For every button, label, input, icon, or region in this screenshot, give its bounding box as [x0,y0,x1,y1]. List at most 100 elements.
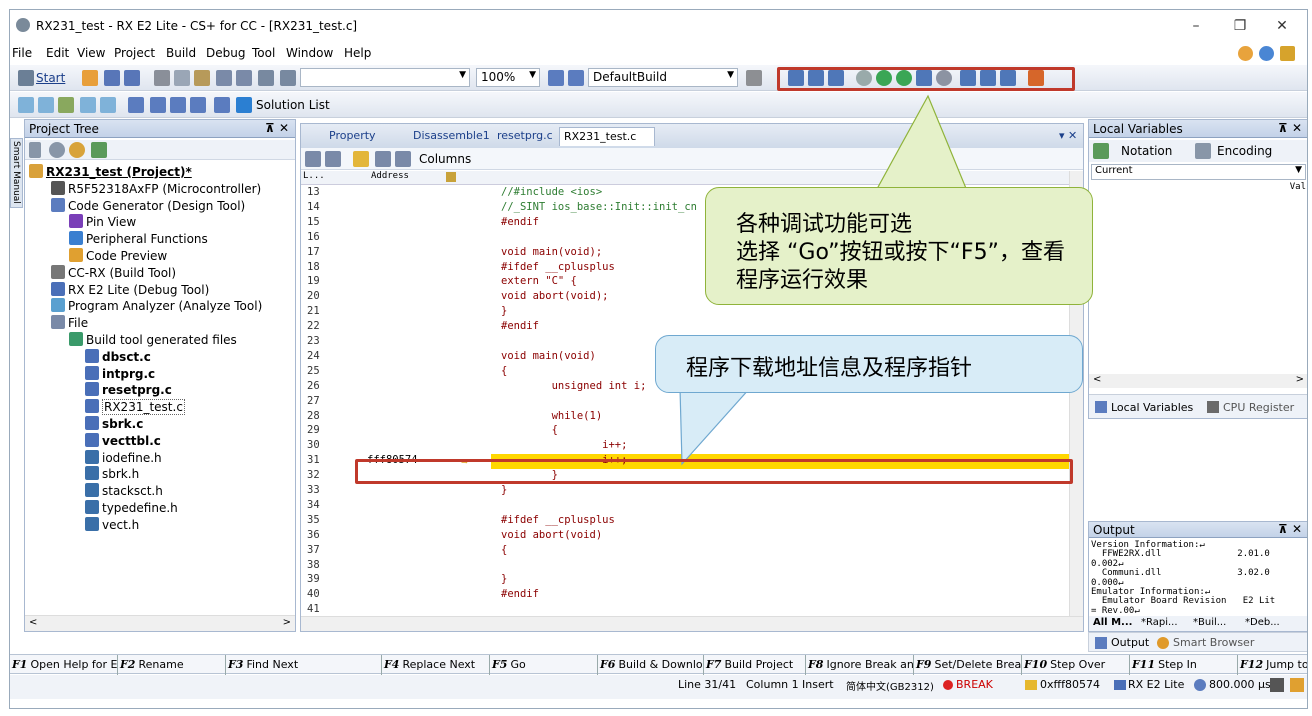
copy-icon[interactable] [174,70,190,86]
tree-item[interactable]: vect.h [85,516,139,533]
tree-item[interactable]: RX E2 Lite (Debug Tool) [51,281,209,298]
refresh-icon[interactable] [91,142,107,158]
output-tab-rapid[interactable]: *Rapi... [1141,617,1178,628]
menu-view[interactable]: View [77,46,105,60]
build-config-edit-icon[interactable] [568,70,584,86]
scope-dropdown[interactable]: Current ▼ [1091,164,1306,180]
close-icon[interactable]: ⊼ ✕ [265,121,289,135]
scroll-left-icon[interactable]: < [29,617,37,628]
bookmark-icon[interactable] [305,151,321,167]
search-dropdown[interactable]: ▼ [300,68,470,87]
close-tab-icon[interactable]: ▾ ✕ [1059,129,1077,142]
start-button[interactable]: Start [36,71,65,85]
close-icon[interactable]: ⊼ ✕ [1278,522,1302,536]
cut-icon[interactable] [154,70,170,86]
editor-hscrollbar[interactable] [301,616,1083,631]
tree-item[interactable]: dbsct.c [85,348,151,365]
encoding-menu[interactable]: Encoding [1217,144,1272,158]
smart-manual-tab[interactable]: Smart Manual [10,138,23,208]
event-icon[interactable] [100,97,116,113]
tree-item[interactable]: Peripheral Functions [69,231,208,247]
nav-back-icon[interactable] [395,151,411,167]
code-line[interactable]: 36 void abort(void) [301,529,1069,544]
tree-item[interactable]: resetprg.c [85,382,172,398]
fkey-f2[interactable]: F2 Rename [118,655,226,675]
notation-menu[interactable]: Notation [1121,144,1172,158]
memory-icon[interactable] [128,97,144,113]
fkey-f9[interactable]: F9 Set/Delete Break [914,655,1022,675]
user-icon[interactable] [69,142,85,158]
menu-window[interactable]: Window [286,46,333,60]
tree-item[interactable]: sbrk.c [85,416,143,432]
tree-item[interactable]: Code Preview [69,248,167,264]
tree-item[interactable]: intprg.c [85,365,155,382]
solution-list-button[interactable]: Solution List [256,98,330,112]
io-icon[interactable] [170,97,186,113]
lock-icon[interactable] [1280,46,1295,61]
hex-icon[interactable] [1195,143,1211,159]
fkey-f11[interactable]: F11 Step In [1130,655,1238,675]
menu-tool[interactable]: Tool [252,46,275,60]
tree-item[interactable]: R5F52318AxFP (Microcontroller) [51,180,261,197]
code-line[interactable]: 38 [301,559,1069,574]
fkey-f6[interactable]: F6Build & Downloa.. [598,655,704,675]
tree-item[interactable]: RX231_test.c [85,399,185,416]
fkey-f7[interactable]: F7 Build Project [704,655,806,675]
code-line[interactable]: 37 { [301,544,1069,559]
menu-edit[interactable]: Edit [46,46,69,60]
code-line[interactable]: 35 #ifdef __cplusplus [301,514,1069,529]
menu-help[interactable]: Help [344,46,371,60]
project-tree-hscrollbar[interactable]: < > [25,615,295,631]
nav-forward-icon[interactable] [375,151,391,167]
watch-icon[interactable] [58,97,74,113]
tab-smart-browser[interactable]: Smart Browser [1173,636,1254,649]
close-button[interactable]: ✕ [1264,14,1300,38]
register-icon[interactable] [150,97,166,113]
bookmark2-icon[interactable] [325,151,341,167]
tab-property[interactable]: Property [325,127,380,146]
tools-icon[interactable] [746,70,762,86]
status-extra-icon[interactable] [1290,678,1304,692]
breakpoint-icon[interactable] [18,97,34,113]
solution-list-icon[interactable] [236,97,252,113]
minimize-button[interactable]: – [1178,14,1214,38]
sort-icon[interactable] [29,142,41,158]
code-line[interactable]: 39} [301,573,1069,588]
start-icon[interactable] [18,70,34,86]
scroll-right-icon[interactable]: > [283,617,291,628]
connect-icon[interactable] [1270,678,1284,692]
console-icon[interactable] [190,97,206,113]
columns-menu[interactable]: Columns [419,152,471,166]
fkey-f8[interactable]: F8 Ignore Break an.. [806,655,914,675]
help-icon[interactable] [1259,46,1274,61]
fkey-f4[interactable]: F4 Replace Next [382,655,490,675]
code-line[interactable]: 33} [301,484,1069,499]
tab-resetprg[interactable]: resetprg.c [493,127,557,146]
menu-file[interactable]: File [12,46,32,60]
settings-icon[interactable] [49,142,65,158]
refresh-icon[interactable] [1093,143,1109,159]
maximize-button[interactable]: ❐ [1222,14,1258,38]
tree-item[interactable]: vecttbl.c [85,432,161,449]
output-tab-debug[interactable]: *Deb... [1245,617,1280,628]
tree-item[interactable]: RX231_test (Project)* [29,164,192,180]
menu-debug[interactable]: Debug [206,46,245,60]
output-tab-build[interactable]: *Buil... [1193,617,1226,628]
tree-item[interactable]: typedefine.h [85,500,178,516]
build-config-dropdown[interactable]: DefaultBuild ▼ [588,68,738,87]
replace-icon[interactable] [280,70,296,86]
local-variables-hscrollbar[interactable]: < > [1089,374,1307,388]
tree-item[interactable]: stacksct.h [85,483,163,499]
zoom-dropdown[interactable]: 100% ▼ [476,68,540,87]
arrow-right-icon[interactable] [353,151,369,167]
fkey-f10[interactable]: F10 Step Over [1022,655,1130,675]
fkey-f1[interactable]: F1 Open Help for E.. [10,655,118,675]
menu-project[interactable]: Project [114,46,155,60]
fkey-f12[interactable]: F12Jump to Function [1238,655,1307,675]
scroll-right-icon[interactable]: > [1296,374,1304,385]
tree-item[interactable]: Program Analyzer (Analyze Tool) [51,298,262,314]
build-config-icon[interactable] [548,70,564,86]
tree-item[interactable]: sbrk.h [85,466,139,482]
tab-disassemble1[interactable]: Disassemble1 [409,127,494,146]
paste-icon[interactable] [194,70,210,86]
